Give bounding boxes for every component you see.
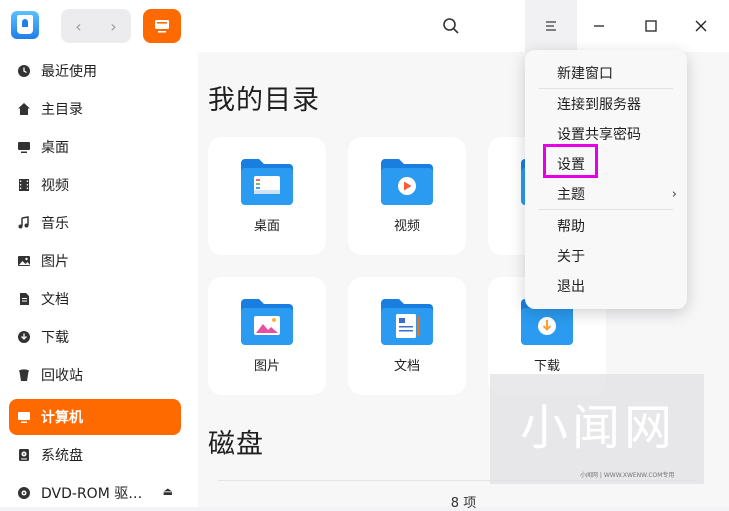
sidebar-item-documents[interactable]: 文档 bbox=[9, 281, 181, 317]
disk-icon bbox=[17, 448, 31, 462]
sidebar-item-recent[interactable]: 最近使用 bbox=[9, 53, 181, 89]
app-logo-icon bbox=[11, 11, 39, 39]
forward-button[interactable]: › bbox=[96, 9, 131, 43]
sidebar-item-downloads[interactable]: 下载 bbox=[9, 319, 181, 355]
watermark-footer: 小闻网 | WWW.XWENW.COM专用 bbox=[580, 472, 675, 479]
close-button[interactable] bbox=[688, 13, 714, 39]
main-menu-button[interactable] bbox=[525, 0, 577, 52]
music-icon bbox=[17, 216, 31, 230]
chevron-right-icon: › bbox=[671, 186, 677, 202]
folder-label: 下载 bbox=[533, 359, 560, 374]
sidebar-item-label: 视频 bbox=[41, 178, 69, 194]
maximize-button[interactable] bbox=[638, 13, 664, 39]
sidebar-item-label: 下载 bbox=[41, 330, 69, 346]
sidebar-item-label: 文档 bbox=[41, 292, 69, 308]
sidebar-item-home[interactable]: 主目录 bbox=[9, 91, 181, 127]
sidebar-item-label: 音乐 bbox=[41, 216, 69, 232]
folder-card-videos[interactable]: 视频 bbox=[348, 137, 466, 255]
search-button[interactable] bbox=[438, 13, 464, 39]
main-menu-dropdown: 新建窗口 连接到服务器 设置共享密码 设置 主题 › 帮助 关于 退出 bbox=[525, 50, 687, 309]
folder-card-pictures[interactable]: 图片 bbox=[208, 277, 326, 395]
folder-card-documents[interactable]: 文档 bbox=[348, 277, 466, 395]
video-folder-icon bbox=[381, 159, 433, 205]
sidebar-item-trash[interactable]: 回收站 bbox=[9, 357, 181, 393]
section-title-disks: 磁盘 bbox=[208, 429, 264, 460]
sidebar-item-label: 主目录 bbox=[41, 102, 83, 118]
title-bar: ‹ › bbox=[0, 0, 729, 52]
clock-icon bbox=[17, 64, 31, 78]
menu-item-quit[interactable]: 退出 bbox=[525, 271, 687, 301]
folder-label: 图片 bbox=[253, 359, 280, 374]
sidebar-item-pictures[interactable]: 图片 bbox=[9, 243, 181, 279]
minimize-icon bbox=[594, 25, 604, 27]
back-button[interactable]: ‹ bbox=[61, 9, 96, 43]
navigation-group: ‹ › bbox=[61, 9, 131, 43]
status-bar-item-count: 8 项 bbox=[450, 496, 477, 511]
watermark-text: 小闻网 bbox=[520, 400, 677, 456]
menu-item-help[interactable]: 帮助 bbox=[525, 211, 687, 241]
menu-item-new-window[interactable]: 新建窗口 bbox=[525, 58, 687, 88]
computer-view-button[interactable] bbox=[143, 9, 181, 43]
sidebar-item-label: 回收站 bbox=[41, 368, 83, 384]
image-icon bbox=[17, 254, 31, 268]
sidebar-item-system-disk[interactable]: 系统盘 bbox=[9, 437, 181, 473]
sidebar: 最近使用 主目录 桌面 视频 音乐 图片 文档 下载 回收站 计算机 系统盘 D… bbox=[0, 52, 198, 507]
section-title-directories: 我的目录 bbox=[208, 85, 320, 116]
search-icon bbox=[443, 18, 459, 34]
sidebar-item-label: 系统盘 bbox=[41, 448, 83, 464]
sidebar-item-videos[interactable]: 视频 bbox=[9, 167, 181, 203]
pictures-folder-icon bbox=[241, 299, 293, 345]
close-icon bbox=[695, 20, 707, 32]
computer-icon bbox=[17, 410, 31, 424]
film-icon bbox=[17, 178, 31, 192]
sidebar-item-music[interactable]: 音乐 bbox=[9, 205, 181, 241]
settings-highlight-box bbox=[543, 144, 598, 178]
folder-card-desktop[interactable]: 桌面 bbox=[208, 137, 326, 255]
sidebar-item-label: 图片 bbox=[41, 254, 69, 270]
document-icon bbox=[17, 292, 31, 306]
eject-icon[interactable]: ⏏ bbox=[163, 485, 173, 498]
sidebar-item-label: 桌面 bbox=[41, 140, 69, 156]
sidebar-item-computer[interactable]: 计算机 bbox=[9, 399, 181, 435]
folder-label: 视频 bbox=[393, 219, 420, 234]
hamburger-icon bbox=[546, 21, 556, 31]
maximize-icon bbox=[645, 20, 657, 32]
sidebar-item-label: 最近使用 bbox=[41, 64, 97, 80]
menu-item-connect-server[interactable]: 连接到服务器 bbox=[525, 89, 687, 119]
download-icon bbox=[17, 330, 31, 344]
file-manager-window: ‹ › 最近使用 主目录 桌面 视频 音乐 图片 文档 下载 回收站 计算机 系… bbox=[0, 0, 729, 511]
sidebar-item-label: DVD-ROM 驱… bbox=[41, 486, 143, 502]
desktop-icon bbox=[17, 140, 31, 154]
monitor-icon bbox=[155, 20, 169, 33]
home-icon bbox=[17, 102, 31, 116]
dvd-icon bbox=[17, 486, 31, 500]
minimize-button[interactable] bbox=[586, 13, 612, 39]
watermark: 小闻网 小闻网 | WWW.XWENW.COM专用 bbox=[490, 374, 704, 484]
folder-label: 文档 bbox=[393, 359, 420, 374]
desktop-folder-icon bbox=[241, 159, 293, 205]
menu-item-theme[interactable]: 主题 › bbox=[525, 179, 687, 209]
folder-label: 桌面 bbox=[253, 219, 280, 234]
sidebar-item-dvd[interactable]: DVD-ROM 驱… ⏏ bbox=[9, 475, 181, 511]
menu-item-about[interactable]: 关于 bbox=[525, 241, 687, 271]
menu-separator bbox=[539, 209, 673, 210]
sidebar-item-label: 计算机 bbox=[41, 410, 83, 426]
sidebar-item-desktop[interactable]: 桌面 bbox=[9, 129, 181, 165]
documents-folder-icon bbox=[381, 299, 433, 345]
trash-icon bbox=[17, 368, 31, 382]
